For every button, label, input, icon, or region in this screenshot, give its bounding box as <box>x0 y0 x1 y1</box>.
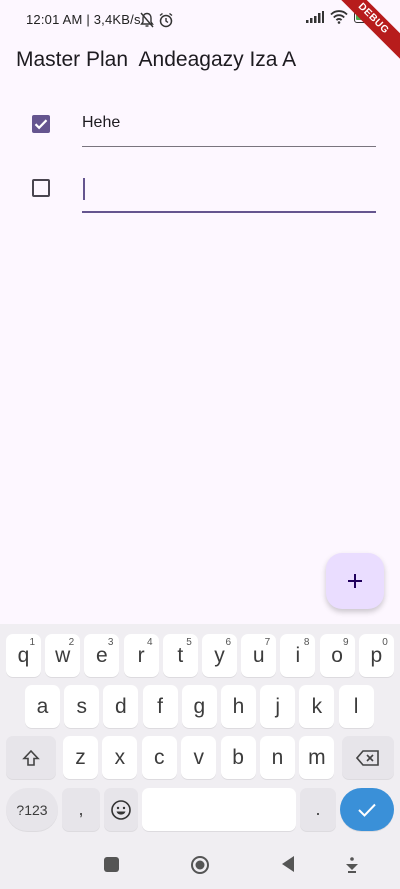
key-v[interactable]: v <box>181 736 217 779</box>
key-hint: 0 <box>382 637 388 648</box>
key-q[interactable]: q1 <box>6 634 41 677</box>
backspace-icon <box>356 749 379 766</box>
task-checkbox[interactable] <box>32 115 50 133</box>
check-icon <box>34 119 48 130</box>
checkmark-icon <box>358 803 376 817</box>
task-text: Hehe <box>82 114 121 131</box>
task-checkbox[interactable] <box>32 179 50 197</box>
symbols-key[interactable]: ?123 <box>6 788 58 831</box>
key-d[interactable]: d <box>103 685 139 728</box>
key-k[interactable]: k <box>299 685 335 728</box>
text-cursor <box>83 178 85 200</box>
page-title: Master Plan Andeagazy Iza A <box>16 48 297 71</box>
status-bar: 12:01 AM | 3,4KB/s 67 DEBUG <box>0 0 400 65</box>
key-hint: 3 <box>107 637 114 648</box>
shift-key[interactable] <box>6 736 56 779</box>
key-e[interactable]: e3 <box>84 634 120 677</box>
key-p[interactable]: p0 <box>358 634 394 677</box>
back-button[interactable] <box>280 855 296 873</box>
key-s[interactable]: s <box>64 685 100 728</box>
key-hint: 2 <box>68 637 75 648</box>
plus-icon <box>348 574 362 588</box>
list-item: Hehe <box>0 96 400 160</box>
key-z[interactable]: z <box>63 736 98 779</box>
done-key[interactable] <box>340 788 394 831</box>
system-nav-bar <box>0 845 400 889</box>
keyboard-hide-icon[interactable] <box>344 855 360 875</box>
soft-keyboard: q1w2e3r4t5y6u7i8o9p0 asdfghjkl zxcvbnm ?… <box>0 624 400 845</box>
key-o[interactable]: o9 <box>319 634 355 677</box>
recents-button[interactable] <box>104 857 119 872</box>
signal-icon <box>306 11 324 23</box>
key-u[interactable]: u7 <box>241 634 277 677</box>
backspace-key[interactable] <box>342 736 394 779</box>
emoji-key[interactable] <box>104 788 138 831</box>
bell-off-icon <box>140 12 154 28</box>
key-m[interactable]: m <box>299 736 335 779</box>
field-underline <box>82 211 376 213</box>
key-c[interactable]: c <box>141 736 177 779</box>
key-hint: 6 <box>225 637 231 648</box>
key-hint: 1 <box>29 637 35 648</box>
key-t[interactable]: t5 <box>162 634 198 677</box>
key-n[interactable]: n <box>260 736 295 779</box>
key-j[interactable]: j <box>260 685 296 728</box>
emoji-icon <box>111 799 131 820</box>
add-task-button[interactable] <box>326 553 384 609</box>
key-h[interactable]: h <box>221 685 256 728</box>
key-hint: 5 <box>186 637 192 648</box>
key-a[interactable]: a <box>25 685 60 728</box>
period-key[interactable]: . <box>300 788 336 831</box>
alarm-icon <box>159 12 173 28</box>
key-hint: 4 <box>147 637 153 648</box>
key-w[interactable]: w2 <box>45 634 81 677</box>
key-b[interactable]: b <box>220 736 256 779</box>
key-x[interactable]: x <box>102 736 138 779</box>
task-text-field[interactable]: Hehe <box>82 114 376 148</box>
task-text-field[interactable] <box>82 178 376 214</box>
key-y[interactable]: y6 <box>202 634 237 677</box>
key-g[interactable]: g <box>181 685 217 728</box>
wifi-icon <box>330 10 348 24</box>
key-hint: 8 <box>303 637 310 648</box>
key-hint: 9 <box>343 637 349 648</box>
key-r[interactable]: r4 <box>123 634 159 677</box>
key-l[interactable]: l <box>338 685 374 728</box>
key-i[interactable]: i8 <box>280 634 316 677</box>
comma-key[interactable]: , <box>62 788 100 831</box>
shift-icon <box>22 749 40 766</box>
key-f[interactable]: f <box>142 685 178 728</box>
space-key[interactable] <box>142 788 296 831</box>
status-time: 12:01 AM | 3,4KB/s <box>26 12 141 27</box>
home-button[interactable] <box>190 855 210 875</box>
key-hint: 7 <box>264 637 271 648</box>
list-item <box>0 160 400 224</box>
field-underline <box>82 146 376 147</box>
